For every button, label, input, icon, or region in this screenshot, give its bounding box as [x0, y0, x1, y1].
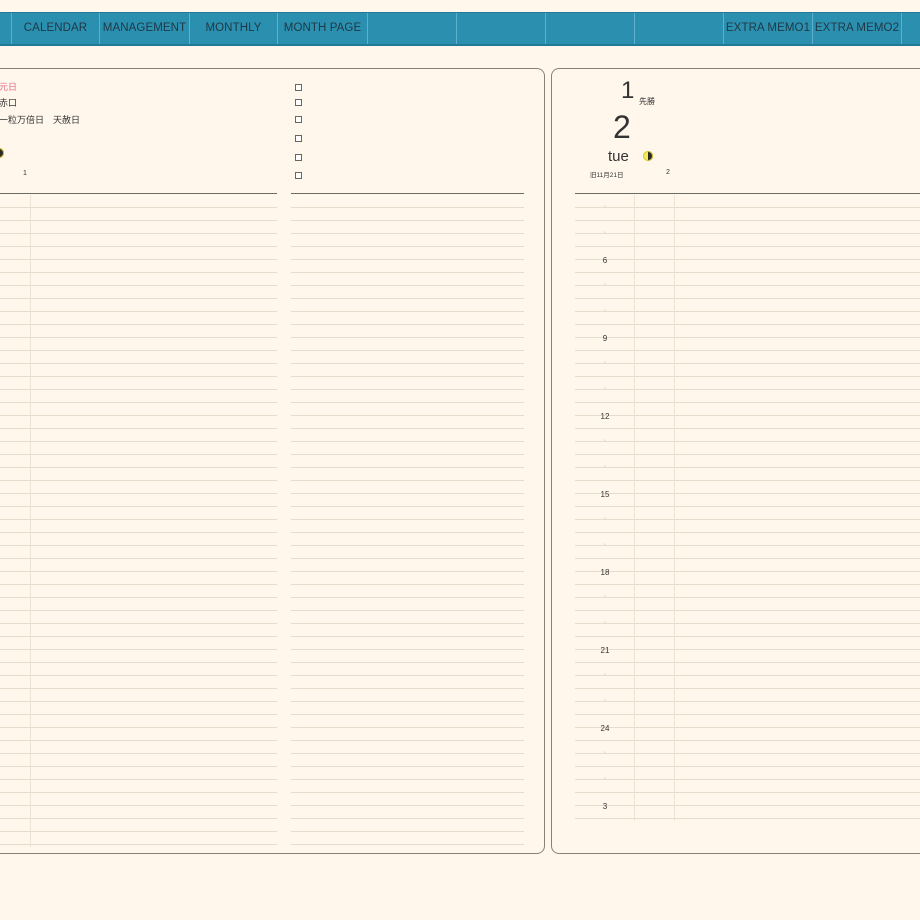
hour-label: ◦: [603, 386, 607, 392]
tab-blank-0[interactable]: [0, 13, 12, 44]
divider-left: [0, 193, 277, 194]
hour-label: ◦: [603, 360, 607, 366]
checkbox-4[interactable]: [295, 135, 302, 142]
weekday-label: tue: [608, 148, 629, 165]
hour-label: ◦: [603, 464, 607, 470]
tab-blank-6[interactable]: [457, 13, 546, 44]
tab-blank-5[interactable]: [368, 13, 457, 44]
divider: [575, 193, 920, 194]
hour-label: ◦: [603, 750, 607, 756]
lucky-days-label: 一粒万倍日 天赦日: [0, 115, 81, 125]
time-column-line-2: [674, 195, 675, 821]
hour-label: ◦: [603, 594, 607, 600]
tab-month-page[interactable]: MONTH PAGE: [278, 13, 368, 44]
holiday-label: 元日: [0, 82, 18, 92]
hour-label: ◦: [603, 230, 607, 236]
hour-label: 24: [600, 724, 610, 733]
tab-monthly[interactable]: MONTHLY: [190, 13, 278, 44]
right-day-page: 1 先勝 2 tue 旧11月21日 2 ◦ ◦ 6 ◦ ◦ 9 ◦ ◦ 12 ◦ ◦ 15 ◦ ◦ 18 ◦…: [551, 68, 920, 854]
day-number: 1: [23, 170, 27, 177]
hour-label: ◦: [603, 698, 607, 704]
hour-label: 6: [602, 256, 608, 265]
notes-area-right[interactable]: [291, 195, 524, 847]
schedule-area[interactable]: [575, 195, 920, 821]
hour-label: ◦: [603, 438, 607, 444]
time-column-line: [634, 195, 635, 821]
lunar-date: 旧11月21日: [590, 172, 624, 179]
day-number: 2: [666, 169, 670, 176]
left-day-page: 元日 赤口 一粒万倍日 天赦日 1: [0, 68, 545, 854]
tab-blank-7[interactable]: [546, 13, 635, 44]
hour-label: ◦: [603, 620, 607, 626]
tab-management[interactable]: MANAGEMENT: [100, 13, 190, 44]
checkbox-2[interactable]: [295, 99, 302, 106]
tab-extra-memo1[interactable]: EXTRA MEMO1: [724, 13, 813, 44]
hour-label: 3: [602, 802, 608, 811]
moon-phase-icon: [643, 151, 653, 161]
checkbox-1[interactable]: [295, 84, 302, 91]
tab-calendar[interactable]: CALENDAR: [12, 13, 100, 44]
tab-blank-8[interactable]: [635, 13, 724, 44]
hour-label: 9: [602, 334, 608, 343]
hour-label: ◦: [603, 542, 607, 548]
hour-label: ◦: [603, 776, 607, 782]
prev-day-number: 1: [621, 77, 635, 104]
day-big-number: 2: [613, 109, 631, 145]
hour-label: ◦: [603, 308, 607, 314]
divider-right: [291, 193, 524, 194]
hour-label: ◦: [603, 516, 607, 522]
hour-label: ◦: [603, 672, 607, 678]
hour-label: 18: [600, 568, 610, 577]
checkbox-6[interactable]: [295, 172, 302, 179]
checkbox-3[interactable]: [295, 116, 302, 123]
hour-label: 21: [600, 646, 610, 655]
rokuyo-label: 先勝: [639, 97, 655, 106]
tab-blank-end[interactable]: [902, 13, 920, 44]
hour-label: ◦: [603, 204, 607, 210]
hour-label: ◦: [603, 282, 607, 288]
top-nav: CALENDAR MANAGEMENT MONTHLY MONTH PAGE E…: [0, 12, 920, 46]
checkbox-5[interactable]: [295, 154, 302, 161]
tab-extra-memo2[interactable]: EXTRA MEMO2: [813, 13, 902, 44]
moon-phase-icon: [0, 148, 4, 158]
margin-line: [30, 195, 31, 847]
hour-label: 15: [600, 490, 610, 499]
rokuyo-label: 赤口: [0, 98, 18, 108]
notes-area-left[interactable]: [0, 195, 277, 847]
hour-label: 12: [600, 412, 610, 421]
